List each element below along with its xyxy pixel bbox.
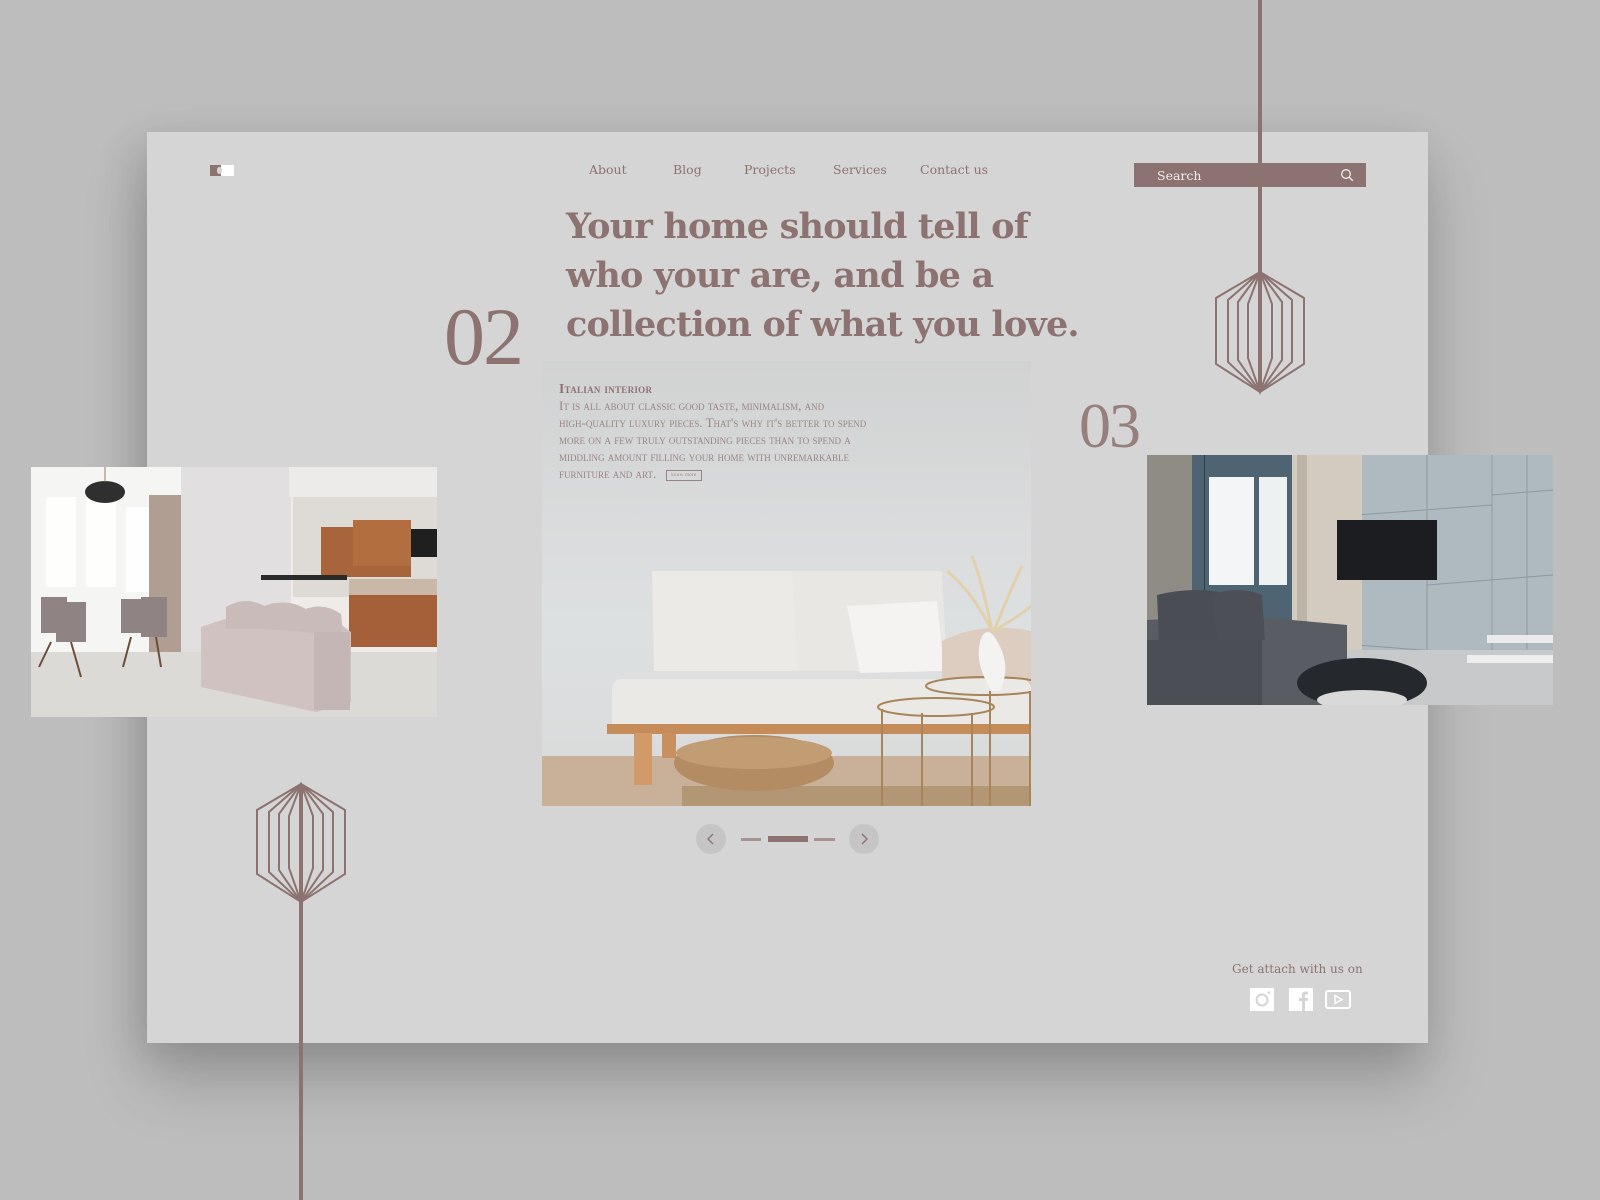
search-icon[interactable] — [1340, 168, 1354, 182]
instagram-icon — [1250, 988, 1274, 1011]
pager-dot[interactable] — [741, 838, 761, 841]
hero-card-body-line: high-quality luxury pieces. That's why i… — [559, 415, 867, 430]
hero-card-body-line: more on a few truly outstanding pieces t… — [559, 432, 851, 447]
logo-block-light — [217, 165, 234, 176]
chevron-left-icon — [707, 833, 714, 845]
headline-line: who your are, and be a — [566, 255, 994, 296]
youtube-link[interactable] — [1325, 988, 1351, 1011]
prev-slide-button[interactable] — [696, 824, 726, 854]
logo-mark[interactable] — [210, 165, 234, 176]
living-room-kitchen-image — [31, 467, 437, 717]
facebook-icon — [1289, 988, 1313, 1011]
facebook-link[interactable] — [1289, 988, 1313, 1011]
know-more-button[interactable]: know more — [666, 469, 702, 481]
grey-armchair-tv-image — [1147, 455, 1553, 705]
youtube-icon — [1325, 990, 1351, 1009]
nav-item-services[interactable]: Services — [833, 162, 887, 177]
nav-item-projects[interactable]: Projects — [744, 162, 796, 177]
nav-item-contact[interactable]: Contact us — [920, 162, 988, 177]
next-slide-button[interactable] — [849, 824, 879, 854]
search-bar — [1134, 163, 1366, 187]
hero-card-body-line: furniture and art. — [559, 466, 657, 481]
hero-card-title: Italian interior — [559, 381, 653, 396]
hero-card-body-line: It is all about classic good taste, mini… — [559, 398, 825, 413]
slide-number-current: 02 — [444, 291, 524, 382]
pager-dot-active[interactable] — [768, 836, 808, 842]
social-label: Get attach with us on — [1232, 962, 1363, 976]
slide-image-previous[interactable] — [31, 467, 437, 717]
hero-card-body-line: middling amount filling your home with u… — [559, 449, 849, 464]
hero-card-body: It is all about classic good taste, mini… — [559, 397, 979, 482]
headline-line: collection of what you love. — [566, 304, 1080, 345]
slide-image-next[interactable] — [1147, 455, 1553, 705]
search-input[interactable] — [1157, 167, 1327, 183]
instagram-link[interactable] — [1250, 988, 1274, 1011]
slide-image-current[interactable]: Italian interior It is all about classic… — [542, 361, 1031, 806]
pendant-lamp-bottom-icon — [256, 782, 346, 1200]
headline-line: Your home should tell of — [566, 206, 1029, 247]
nav-item-about[interactable]: About — [589, 162, 627, 177]
pager-dot[interactable] — [814, 838, 835, 841]
nav-item-blog[interactable]: Blog — [673, 162, 702, 177]
hero-card-text: Italian interior It is all about classic… — [559, 381, 979, 482]
pendant-lamp-top-icon — [1215, 0, 1305, 395]
chevron-right-icon — [861, 833, 868, 845]
slider-pager — [696, 824, 880, 854]
hero-headline: Your home should tell of who your are, a… — [566, 202, 1080, 349]
slide-number-next: 03 — [1079, 390, 1141, 461]
